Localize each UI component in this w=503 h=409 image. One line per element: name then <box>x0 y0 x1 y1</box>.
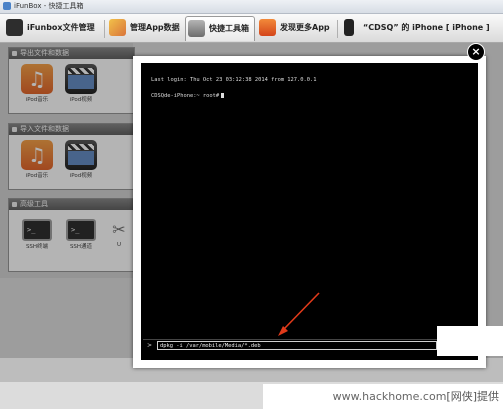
toolbox-icon <box>188 20 205 37</box>
ifunbox-app-icon <box>3 2 11 10</box>
tab-discover-apps[interactable]: 发现更多App <box>257 16 335 40</box>
appstore-icon <box>259 19 276 36</box>
window-title-bar: iFunBox - 快捷工具箱 <box>0 0 503 14</box>
watermark-brand: [网侠]提供 <box>446 390 499 403</box>
terminal-screen[interactable]: Last login: Thu Oct 23 03:12:38 2014 fro… <box>141 63 478 360</box>
command-bar: > dpkg -i /var/mobile/Media/*.deb <box>143 339 443 351</box>
annotation-arrow <box>278 292 320 336</box>
phone-icon <box>6 19 23 36</box>
ssh-terminal-dialog: Last login: Thu Oct 23 03:12:38 2014 fro… <box>133 56 486 368</box>
watermark: www.hackhome.com[网侠]提供 <box>263 384 503 409</box>
tab-toolbox[interactable]: 快捷工具箱 <box>185 16 255 41</box>
tab-divider <box>337 20 338 38</box>
arrow-shaft <box>283 292 320 330</box>
tab-divider <box>104 20 105 38</box>
tab-bar: iFunbox文件管理 管理App数据 快捷工具箱 发现更多App “CDSQ”… <box>0 14 503 43</box>
tab-file-manager[interactable]: iFunbox文件管理 <box>4 16 102 40</box>
white-overlay-block <box>437 326 503 356</box>
command-input[interactable]: dpkg -i /var/mobile/Media/*.deb <box>157 341 437 350</box>
tab-device[interactable]: “CDSQ” 的 iPhone [ iPhone ] <box>340 16 490 40</box>
tab-app-data[interactable]: 管理App数据 <box>107 16 183 40</box>
watermark-host: www.hackhome.com <box>332 390 447 403</box>
prompt-chevron-icon: > <box>147 342 153 349</box>
window-title: iFunBox - 快捷工具箱 <box>14 2 84 10</box>
apps-grid-icon <box>109 19 126 36</box>
iphone-icon <box>344 19 354 36</box>
close-icon: × <box>471 45 481 58</box>
close-button[interactable]: × <box>467 43 485 61</box>
